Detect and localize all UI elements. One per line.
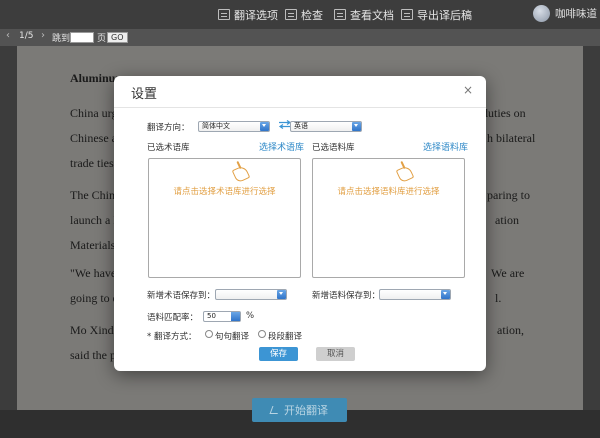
translate-options-icon	[218, 9, 230, 20]
cancel-button[interactable]: 取消	[316, 347, 355, 361]
mode-sentence-radio[interactable]	[205, 330, 213, 338]
check-icon	[285, 9, 297, 20]
top-toolbar: 翻译选项 检查 查看文档 导出译后稿 咖啡味道	[0, 0, 600, 29]
doc-line: ation	[495, 213, 519, 227]
page-navigation-bar: ‹ 1/5 › 跳到 页 GO	[0, 29, 600, 46]
mode-label: * 翻译方式：	[147, 332, 197, 342]
match-rate-value: 50	[207, 312, 216, 320]
corpus-hint: 请点击选择语料库进行选择	[337, 187, 440, 197]
save-term-label: 新增术语保存到：	[147, 291, 216, 301]
nav-check[interactable]: 检查	[285, 0, 323, 29]
chevron-down-icon	[231, 312, 240, 321]
dialog-title: 设置	[131, 87, 158, 102]
chevron-down-icon	[260, 122, 269, 131]
mode-paragraph-radio[interactable]	[258, 330, 266, 338]
doc-line: ation,	[497, 323, 524, 337]
user-name[interactable]: 咖啡味道	[555, 0, 597, 29]
user-avatar[interactable]	[533, 5, 550, 22]
corpus-label: 已选语料库	[312, 143, 355, 153]
page-unit-label: 页	[97, 34, 107, 44]
export-icon	[401, 9, 413, 20]
start-translate-label: 开始翻译	[284, 404, 328, 417]
nav-view-document-label: 查看文档	[350, 8, 394, 22]
doc-line: We are	[491, 266, 525, 280]
target-language-value: 英语	[294, 122, 308, 130]
source-language-select[interactable]: 简体中文	[198, 121, 270, 132]
mode-paragraph-label[interactable]: 段段翻译	[268, 330, 302, 342]
term-db-label: 已选术语库	[147, 143, 190, 153]
save-corpus-label: 新增语料保存到：	[312, 291, 381, 301]
term-db-list[interactable]: 请点击选择术语库进行选择	[148, 158, 301, 278]
page-indicator: 1/5	[19, 31, 34, 41]
doc-line: paring to	[487, 188, 530, 202]
start-translate-button[interactable]: 开始翻译	[252, 398, 347, 422]
pointing-hand-icon	[231, 164, 251, 184]
source-language-value: 简体中文	[202, 122, 230, 130]
save-term-select[interactable]	[215, 289, 287, 300]
page-next-icon[interactable]: ›	[41, 30, 45, 41]
corpus-list[interactable]: 请点击选择语料库进行选择	[312, 158, 465, 278]
nav-export[interactable]: 导出译后稿	[401, 0, 472, 29]
select-term-db-link[interactable]: 选择术语库	[259, 140, 304, 153]
direction-label: 翻译方向：	[147, 123, 190, 133]
go-button[interactable]: GO	[107, 32, 128, 43]
nav-view-document[interactable]: 查看文档	[334, 0, 394, 29]
pointing-hand-icon	[395, 164, 415, 184]
save-button[interactable]: 保存	[259, 347, 298, 361]
nav-translate-options-label: 翻译选项	[234, 8, 278, 22]
match-rate-unit: %	[246, 311, 255, 321]
goto-label: 跳到	[52, 34, 71, 44]
target-language-select[interactable]: 英语	[290, 121, 362, 132]
match-rate-input[interactable]: 50	[203, 311, 241, 322]
dialog-divider	[114, 107, 486, 108]
doc-line: duties on	[482, 106, 526, 120]
chevron-down-icon	[277, 290, 286, 299]
page-number-input[interactable]	[70, 32, 94, 43]
doc-line: h bilateral	[487, 131, 536, 145]
chevron-down-icon	[441, 290, 450, 299]
pen-icon	[269, 406, 281, 414]
nav-translate-options[interactable]: 翻译选项	[218, 0, 278, 29]
view-document-icon	[334, 9, 346, 20]
term-db-hint: 请点击选择术语库进行选择	[173, 187, 276, 197]
nav-check-label: 检查	[301, 8, 323, 22]
settings-dialog: 设置 × 翻译方向： 简体中文 英语 已选术语库 选择术语库 已选语料库 选择语…	[114, 76, 486, 371]
nav-export-label: 导出译后稿	[417, 8, 472, 22]
doc-line: l.	[495, 291, 502, 305]
page-prev-icon[interactable]: ‹	[6, 30, 10, 41]
mode-sentence-label[interactable]: 句句翻译	[215, 330, 249, 342]
save-corpus-select[interactable]	[379, 289, 451, 300]
close-icon[interactable]: ×	[463, 83, 473, 97]
select-corpus-link[interactable]: 选择语料库	[423, 140, 468, 153]
match-rate-label: 语料匹配率：	[147, 313, 199, 323]
chevron-down-icon	[352, 122, 361, 131]
